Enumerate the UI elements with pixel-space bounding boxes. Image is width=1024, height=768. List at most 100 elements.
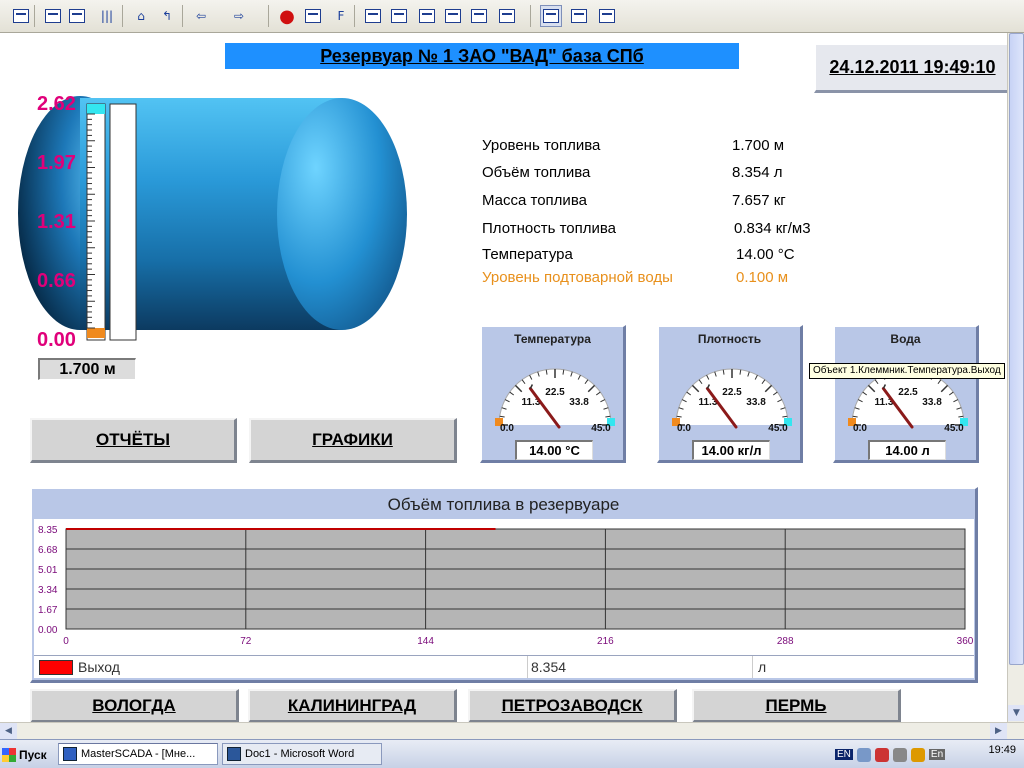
trend-grid-area: [65, 528, 966, 630]
gauge-tick-label: 33.8: [922, 397, 942, 408]
toolbar-separator: [122, 5, 123, 27]
volume-tray-icon[interactable]: [892, 747, 907, 762]
level-column: [109, 103, 137, 341]
scroll-right-icon[interactable]: ▶: [990, 723, 1007, 739]
tooltip: Объект 1.Клеммник.Температура.Выход: [809, 363, 1005, 379]
city-button-kaliningrad[interactable]: КАЛИНИНГРАД: [248, 689, 457, 723]
table-icon[interactable]: [42, 5, 64, 27]
start-button[interactable]: Пуск: [2, 743, 47, 766]
toolbar-separator: [34, 5, 35, 27]
param-label-volume: Объём топлива: [482, 164, 591, 181]
param-value-mass: 7.657 кг: [732, 192, 786, 209]
back-up-icon[interactable]: ↰: [156, 5, 178, 27]
scroll-down-icon[interactable]: ▼: [1008, 705, 1024, 721]
bars-icon[interactable]: |||: [96, 5, 118, 27]
datetime-display: 24.12.2011 19:49:10: [814, 43, 1012, 93]
scale-bottom-marker: [87, 328, 105, 338]
taskbar: Пуск MasterSCADA - [Мне... Doc1 - Micros…: [0, 739, 1024, 768]
x-tick-label: 144: [417, 636, 434, 647]
scale-label-3: 1.31: [37, 211, 76, 233]
trend-chart: 0 72 144 216 288 360 8.35 6.68 5.01 3.34 1.67 0.00: [34, 519, 974, 655]
gauge-title: Вода: [890, 332, 921, 346]
app-icon: [63, 747, 77, 761]
legend-swatch: [39, 660, 73, 675]
gauge-readout: 14.00 кг/л: [692, 440, 770, 460]
stop-icon[interactable]: ●: [276, 5, 298, 27]
gauge-min-label: 0.0: [500, 423, 514, 434]
scale-label-4: 0.66: [37, 270, 76, 292]
taskbar-item-label: Doc1 - Microsoft Word: [245, 748, 355, 760]
reports-button[interactable]: ОТЧЁТЫ: [30, 418, 237, 463]
charts-button[interactable]: ГРАФИКИ: [249, 418, 457, 463]
rectangle-icon[interactable]: [496, 5, 518, 27]
gauge-max-label: 45.0: [944, 423, 964, 434]
main-toolbar: ||| ⌂ ↰ ⇦ ⇨ ● F: [0, 0, 1024, 33]
properties-icon[interactable]: [442, 5, 464, 27]
legend-value: 8.354: [527, 656, 757, 678]
arrow-right-icon[interactable]: ⇨: [228, 5, 250, 27]
gauge-title: Плотность: [697, 332, 762, 346]
chart-icon[interactable]: [568, 5, 590, 27]
chart-grid-icon[interactable]: [540, 5, 562, 27]
tank-scale: [86, 103, 106, 341]
form-icon[interactable]: [388, 5, 410, 27]
taskbar-item-label: MasterSCADA - [Мне...: [81, 748, 196, 760]
gauge-title: Температура: [514, 332, 591, 346]
vertical-scroll-thumb[interactable]: [1009, 33, 1024, 665]
gauge-tick-label: 22.5: [545, 387, 565, 398]
toolbar-separator: [182, 5, 183, 27]
param-label-density: Плотность топлива: [482, 220, 617, 237]
legend-unit: л: [752, 656, 970, 678]
gauge-readout: 14.00 л: [868, 440, 946, 460]
city-button-vologda[interactable]: ВОЛОГДА: [30, 689, 239, 723]
scale-top-marker: [87, 104, 105, 114]
gauge-tick-label: 22.5: [722, 387, 742, 398]
horizontal-scrollbar[interactable]: ◀ ▶: [0, 722, 1024, 739]
param-value-volume: 8.354 л: [732, 164, 783, 181]
param-value-level: 1.700 м: [732, 137, 785, 154]
trend-legend[interactable]: Выход 8.354 л: [34, 655, 974, 678]
gauge-min-label: 0.0: [853, 423, 867, 434]
gauge-tick-label: 22.5: [898, 387, 918, 398]
x-tick-label: 288: [777, 636, 794, 647]
toolbar-separator: [530, 5, 531, 27]
gauge-tick-label: 33.8: [746, 397, 766, 408]
y-tick-label: 3.34: [38, 585, 58, 596]
antivirus-tray-icon[interactable]: [874, 747, 889, 762]
book-colored-icon[interactable]: [596, 5, 618, 27]
trend-panel: Объём топлива в резервуаре 0 72 144 216 288 3…: [30, 487, 978, 683]
tool-tray-icon[interactable]: [910, 747, 925, 762]
arrow-left-icon[interactable]: ⇦: [190, 5, 212, 27]
window-stack-icon[interactable]: [416, 5, 438, 27]
print-icon[interactable]: [302, 5, 324, 27]
binoculars-icon[interactable]: [362, 5, 384, 27]
tank-right-cap: [277, 98, 407, 330]
book-icon[interactable]: [468, 5, 490, 27]
x-tick-label: 360: [957, 636, 974, 647]
vertical-scrollbar[interactable]: ▼: [1007, 33, 1024, 722]
gauge-dial: 0.0 45.011.322.533.8: [672, 368, 792, 434]
f-icon[interactable]: F: [330, 5, 352, 27]
gauge-dial: 0.0 45.011.322.533.8: [495, 368, 615, 434]
gauge-readout: 14.00 °C: [515, 440, 593, 460]
taskbar-item-masterscada[interactable]: MasterSCADA - [Мне...: [58, 743, 218, 765]
home-icon[interactable]: ⌂: [130, 5, 152, 27]
param-label-water: Уровень подтоварной воды: [482, 269, 673, 286]
gauge-dial: 0.0 45.011.322.533.8: [848, 368, 968, 434]
scale-label-min: 0.00: [37, 329, 76, 351]
city-button-petrozavodsk[interactable]: ПЕТРОЗАВОДСК: [468, 689, 677, 723]
gauge-tick-label: 33.8: [569, 397, 589, 408]
keyboard-layout-indicator[interactable]: En: [928, 749, 946, 760]
scroll-left-icon[interactable]: ◀: [0, 723, 17, 739]
y-tick-label: 0.00: [38, 625, 58, 636]
city-button-perm[interactable]: ПЕРМЬ: [692, 689, 901, 723]
window-icon[interactable]: [10, 5, 32, 27]
taskbar-item-word[interactable]: Doc1 - Microsoft Word: [222, 743, 382, 765]
level-readout: 1.700 м: [38, 358, 136, 380]
param-label-level: Уровень топлива: [482, 137, 601, 154]
trend-plot[interactable]: 0 72 144 216 288 360 8.35 6.68 5.01 3.34 1.67 0.00: [34, 519, 974, 659]
param-value-water: 0.100 м: [736, 269, 789, 286]
language-indicator[interactable]: EN: [835, 749, 853, 760]
network-icon[interactable]: [66, 5, 88, 27]
network-tray-icon[interactable]: [856, 747, 871, 762]
